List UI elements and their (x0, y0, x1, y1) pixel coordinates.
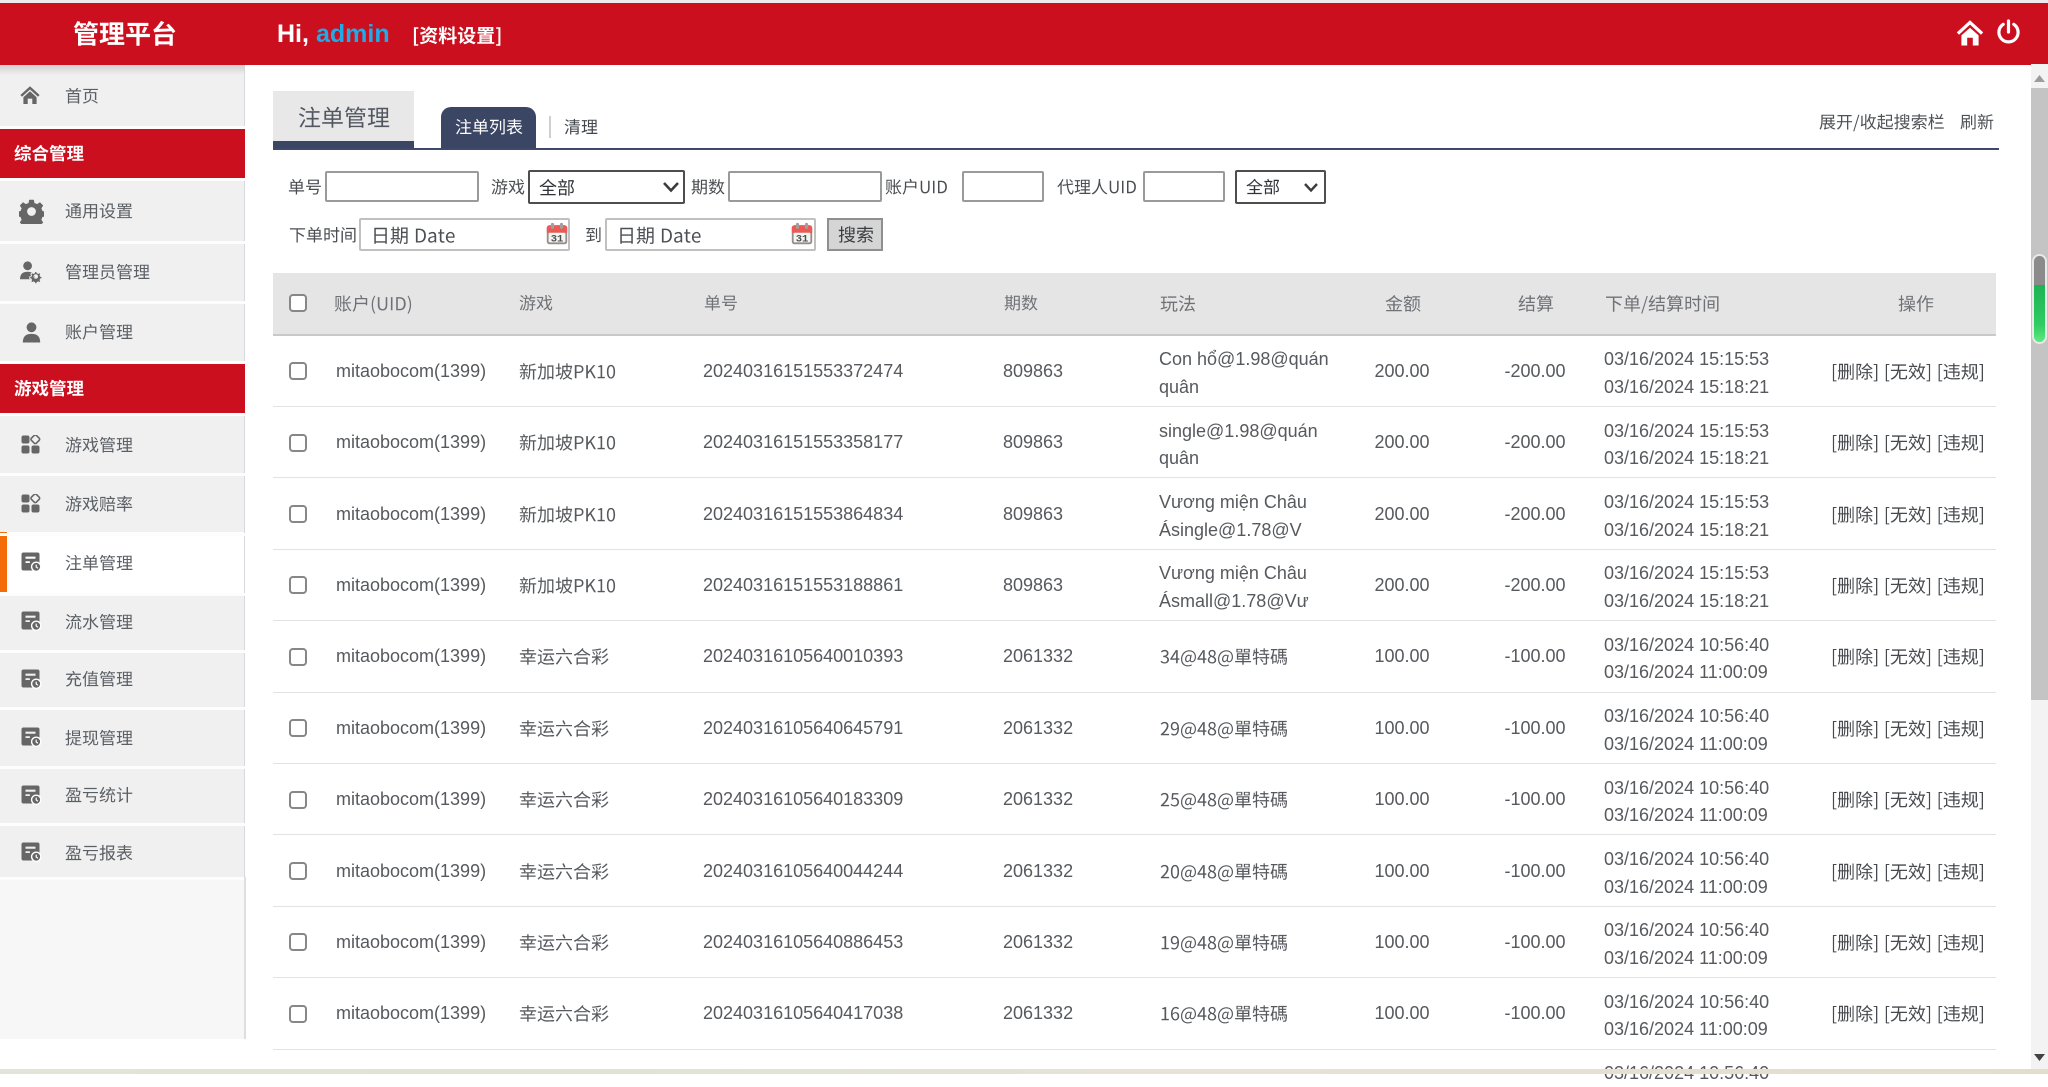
svg-text:31: 31 (796, 233, 809, 245)
svg-text:31: 31 (551, 233, 564, 245)
